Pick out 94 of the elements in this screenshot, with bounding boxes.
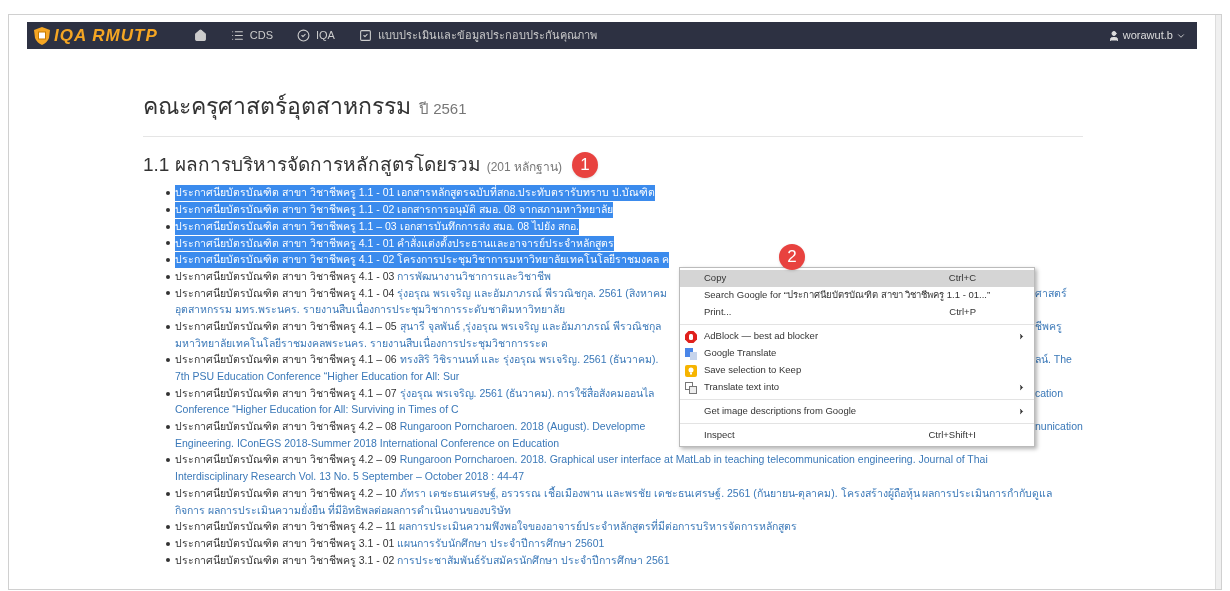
menu-item[interactable]: Google Translate [680, 345, 1034, 362]
bullet-icon [166, 541, 170, 546]
list-item-text: ประกาศนียบัตรบัณฑิต สาขา วิชาชีพครู 1.1 - 02 เอกสารการอนุมัติ สมอ. 08 จากสภามหาวิทยาลัย [175, 202, 613, 218]
menu-item[interactable]: Get image descriptions from Google [680, 403, 1034, 420]
bullet-icon [166, 391, 170, 396]
document-link[interactable]: มหาวิทยาลัยเทคโนโลยีราชมงคลพระนคร. รายงานสืบเนื่องการประชุมวิชาการระด [175, 335, 548, 352]
home-icon[interactable] [193, 29, 207, 42]
document-link[interactable]: Rungaroon Porncharoen. 2018 (August). Developme [399, 420, 646, 433]
document-link[interactable]: Interdisciplinary Research Vol. 13 No. 5 September – October 2018 : 44-47 [175, 469, 525, 485]
bullet-icon [166, 424, 170, 429]
stop-hand-icon [685, 330, 697, 343]
nav-link[interactable]: แบบประเมินและข้อมูลประกอบประกันคุณภาพ [358, 27, 597, 44]
list-item-text: ประกาศนียบัตรบัณฑิต สาขา วิชาชีพครู 4.2 – 11 ผลการประเมินความพึงพอใจของอาจารย์ประจำหลักสูตรที่มีต่อการบริหารจัดการหลักสูตร [175, 519, 797, 535]
document-link[interactable]: เอกสารการอนุมัติ สมอ. 08 จากสภามหาวิทยาลัย [397, 203, 613, 216]
menu-item[interactable]: AdBlock — best ad blocker [680, 328, 1034, 345]
translate-icon [685, 381, 697, 394]
menu-item[interactable]: Inspect Ctrl+Shift+I [680, 427, 1034, 444]
document-link[interactable]: cation [1035, 385, 1064, 402]
brand-logo[interactable]: IQA RMUTP [54, 22, 158, 49]
bullet-icon [166, 274, 170, 279]
bullet-icon [166, 291, 170, 296]
shortcut-label: Ctrl+C [948, 271, 976, 286]
bullet-icon [166, 558, 170, 563]
step-marker: 1 [572, 151, 599, 178]
bullet-icon [166, 191, 170, 196]
bullet-icon [166, 525, 170, 530]
list-item-text: ประกาศนียบัตรบัณฑิต สาขา วิชาชีพครู 1.1 – 03 เอกสารบันทึกการส่ง สมอ. 08 ไปยัง สกอ. [175, 218, 579, 235]
menu-item[interactable]: Save selection to Keep [680, 362, 1034, 379]
scrollbar[interactable] [1214, 14, 1222, 590]
shield-logo-icon [34, 26, 50, 45]
list-item-text: ประกาศนียบัตรบัณฑิต สาขา วิชาชีพครู 1.1 - 01 เอกสารหลักสูตรฉบับที่สกอ.ประทับตรารับทราบ ป.บัณฑิต [175, 185, 656, 202]
document-link[interactable]: ทรงสิริ วิชิรานนท์ และ รุ่งอรุณ พรเจริญ. 2561 (ธันวาคม). [399, 353, 659, 366]
section-title: 1.1 ผลการบริหารจัดการหลักสูตรโดยรวม [143, 152, 481, 178]
document-link[interactable]: กิจการ ผลการประเมินความยั่งยืน ที่มีอิทธิพลต่อผลการดำเนินงานของบริษัท [175, 502, 511, 519]
lightbulb-icon [685, 364, 697, 377]
check-square-icon [358, 29, 372, 42]
list-item-text: ประกาศนียบัตรบัณฑิต สาขา วิชาชีพครู 4.1 – 07 รุ่งอรุณ พรเจริญ. 2561 (ธันวาคม). การใช้สื่อสังคมออนไล [175, 385, 655, 402]
bullet-icon [166, 224, 170, 229]
page-title: คณะครุศาสตร์อุตสาหกรรม [143, 92, 411, 122]
document-link[interactable]: อุตสาหกรรม มทร.พระนคร. รายงานสืบเนื่องการประชุมวิชาการระดับชาติมหาวิทยาลัย [175, 302, 565, 319]
list-item-text: ประกาศนียบัตรบัณฑิต สาขา วิชาชีพครู 4.1 – 06 ทรงสิริ วิชิรานนท์ และ รุ่งอรุณ พรเจริญ. 2561 (ธันวาคม). [175, 352, 659, 368]
shortcut-label: Ctrl+P [949, 305, 976, 320]
year-label: ปี 2561 [419, 99, 467, 119]
document-link[interactable]: ผลการประเมินความพึงพอใจของอาจารย์ประจำหลักสูตรที่มีต่อการบริหารจัดการหลักสูตร [398, 520, 797, 533]
bullet-icon [166, 241, 170, 246]
document-link[interactable]: การประชาสัมพันธ์รับสมัครนักศึกษา ประจำปีการศึกษา 2561 [397, 553, 670, 566]
document-link[interactable]: รุ่งอรุณ พรเจริญ และอัมภาภรณ์ พีรวณิชกุล. 2561 (สิงหาคม [397, 286, 667, 299]
document-link[interactable]: แผนการรับนักศึกษา ประจำปีการศึกษา 25601 [397, 536, 605, 549]
document-link[interactable]: การพัฒนางานวิชาการและวิชาชีพ [397, 269, 552, 282]
document-link[interactable]: เอกสารบันทึกการส่ง สมอ. 08 ไปยัง สกอ. [399, 219, 579, 232]
list-item-text: ประกาศนียบัตรบัณฑิต สาขา วิชาชีพครู 3.1 - 02 การประชาสัมพันธ์รับสมัครนักศึกษา ประจำปีการศึกษา 2561 [175, 552, 670, 569]
document-link[interactable]: โครงการประชุมวิชาการมหาวิทยาลัยเทคโนโลยีราชมงคล ค [397, 253, 670, 266]
list-item-text: ประกาศนียบัตรบัณฑิต สาขา วิชาชีพครู 4.1 – 05 สุนารี จุลพันธ์ ,รุ่งอรุณ พรเจริญ และอัมภาภรณ์ พีรวณิชกุล [175, 318, 662, 335]
evidence-count: (201 หลักฐาน) [486, 158, 563, 176]
menu-item[interactable]: Print... Ctrl+P [680, 304, 1034, 321]
nav-link[interactable]: CDS [230, 27, 273, 44]
document-link[interactable]: เอกสารหลักสูตรฉบับที่สกอ.ประทับตรารับทราบ ป.บัณฑิต [397, 186, 656, 199]
user-menu[interactable]: worawut.b [1107, 27, 1186, 44]
list-item-text: ประกาศนียบัตรบัณฑิต สาขา วิชาชีพครู 4.1 - 04 รุ่งอรุณ พรเจริญ และอัมภาภรณ์ พีรวณิชกุล. 2561 (สิงหาคม [175, 285, 667, 302]
user-icon [1107, 29, 1120, 42]
translate-icon [685, 347, 697, 360]
document-link[interactable]: Rungaroon Porncharoen. 2018. Graphical user interface at MatLab in teaching telecommunication engineering. Journal of Thai [399, 453, 988, 466]
bullet-icon [166, 491, 170, 496]
menu-item[interactable]: Translate text into [680, 379, 1034, 396]
bullet-icon [166, 208, 170, 213]
document-link[interactable]: ศาสตร์ [1035, 285, 1067, 302]
document-link[interactable]: ภัทรา เดชะธนเศรษฐ์, อรวรรณ เชื้อเมืองพาน และพรชัย เดชะธนเศรษฐ์. 2561 (กันยายน-ตุลาคม). โครงสร้างผู้ถือหุ้น ผลการประเมินการกำกับดูแล [399, 486, 1053, 499]
nav-link[interactable]: IQA [297, 27, 335, 44]
bullet-icon [166, 324, 170, 329]
list-item-text: ประกาศนียบัตรบัณฑิต สาขา วิชาชีพครู 3.1 - 01 แผนการรับนักศึกษา ประจำปีการศึกษา 25601 [175, 535, 605, 552]
list-item-text: ประกาศนียบัตรบัณฑิต สาขา วิชาชีพครู 4.2 – 09 Rungaroon Porncharoen. 2018. Graphical user interface at MatLab in teaching telecommunication engineering. Journal of Thai [175, 452, 988, 468]
document-link[interactable]: สุนารี จุลพันธ์ ,รุ่งอรุณ พรเจริญ และอัมภาภรณ์ พีรวณิชกุล [399, 319, 662, 332]
menu-item[interactable]: Search Google for “ประกาศนียบัตรบัณฑิต สาขา วิชาชีพครู 1.1 - 01...” [680, 287, 1034, 304]
shortcut-label: Ctrl+Shift+I [928, 428, 976, 443]
list-item-text: ประกาศนียบัตรบัณฑิต สาขา วิชาชีพครู 4.1 - 01 คำสั่งแต่งตั้งประธานและอาจารย์ประจำหลักสูตร [175, 235, 615, 252]
document-link[interactable]: รุ่งอรุณ พรเจริญ. 2561 (ธันวาคม). การใช้สื่อสังคมออนไล [399, 386, 655, 399]
list-item-text: ประกาศนียบัตรบัณฑิต สาขา วิชาชีพครู 4.1 - 02 โครงการประชุมวิชาการมหาวิทยาลัยเทคโนโลยีราชมงคล ค [175, 252, 670, 268]
document-link[interactable]: Conference “Higher Education for All: Surviving in Times of C [175, 402, 459, 419]
step-marker: 2 [779, 244, 805, 270]
document-link[interactable]: คำสั่งแต่งตั้งประธานและอาจารย์ประจำหลักสูตร [397, 236, 615, 249]
document-link[interactable]: Engineering. IConEGS 2018-Summer 2018 International Conference on Education [175, 435, 560, 452]
check-circle-icon [297, 29, 310, 42]
list-item-text: ประกาศนียบัตรบัณฑิต สาขา วิชาชีพครู 4.1 - 03 การพัฒนางานวิชาการและวิชาชีพ [175, 268, 552, 285]
document-link[interactable]: ชีพครู [1035, 318, 1062, 335]
document-link[interactable]: nunication [1035, 419, 1083, 435]
bullet-icon [166, 358, 170, 363]
bullet-icon [166, 458, 170, 463]
document-link[interactable]: ลน์. The [1035, 352, 1072, 369]
bullet-icon [166, 258, 170, 263]
document-link[interactable]: 7th PSU Education Conference “Higher Education for All: Sur [175, 369, 460, 385]
menu-item[interactable]: Copy Ctrl+C [680, 270, 1034, 287]
list-item-text: ประกาศนียบัตรบัณฑิต สาขา วิชาชีพครู 4.2 – 10 ภัทรา เดชะธนเศรษฐ์, อรวรรณ เชื้อเมืองพาน และพรชัย เดชะธนเศรษฐ์. 2561 (กันยายน-ตุลาคม). โครงสร้างผู้ถือหุ้น ผลการประเมินการกำกับดูแล [175, 485, 1053, 502]
list-item-text: ประกาศนียบัตรบัณฑิต สาขา วิชาชีพครู 4.2 – 08 Rungaroon Porncharoen. 2018 (August). Developme [175, 419, 646, 435]
list-icon [230, 29, 244, 42]
